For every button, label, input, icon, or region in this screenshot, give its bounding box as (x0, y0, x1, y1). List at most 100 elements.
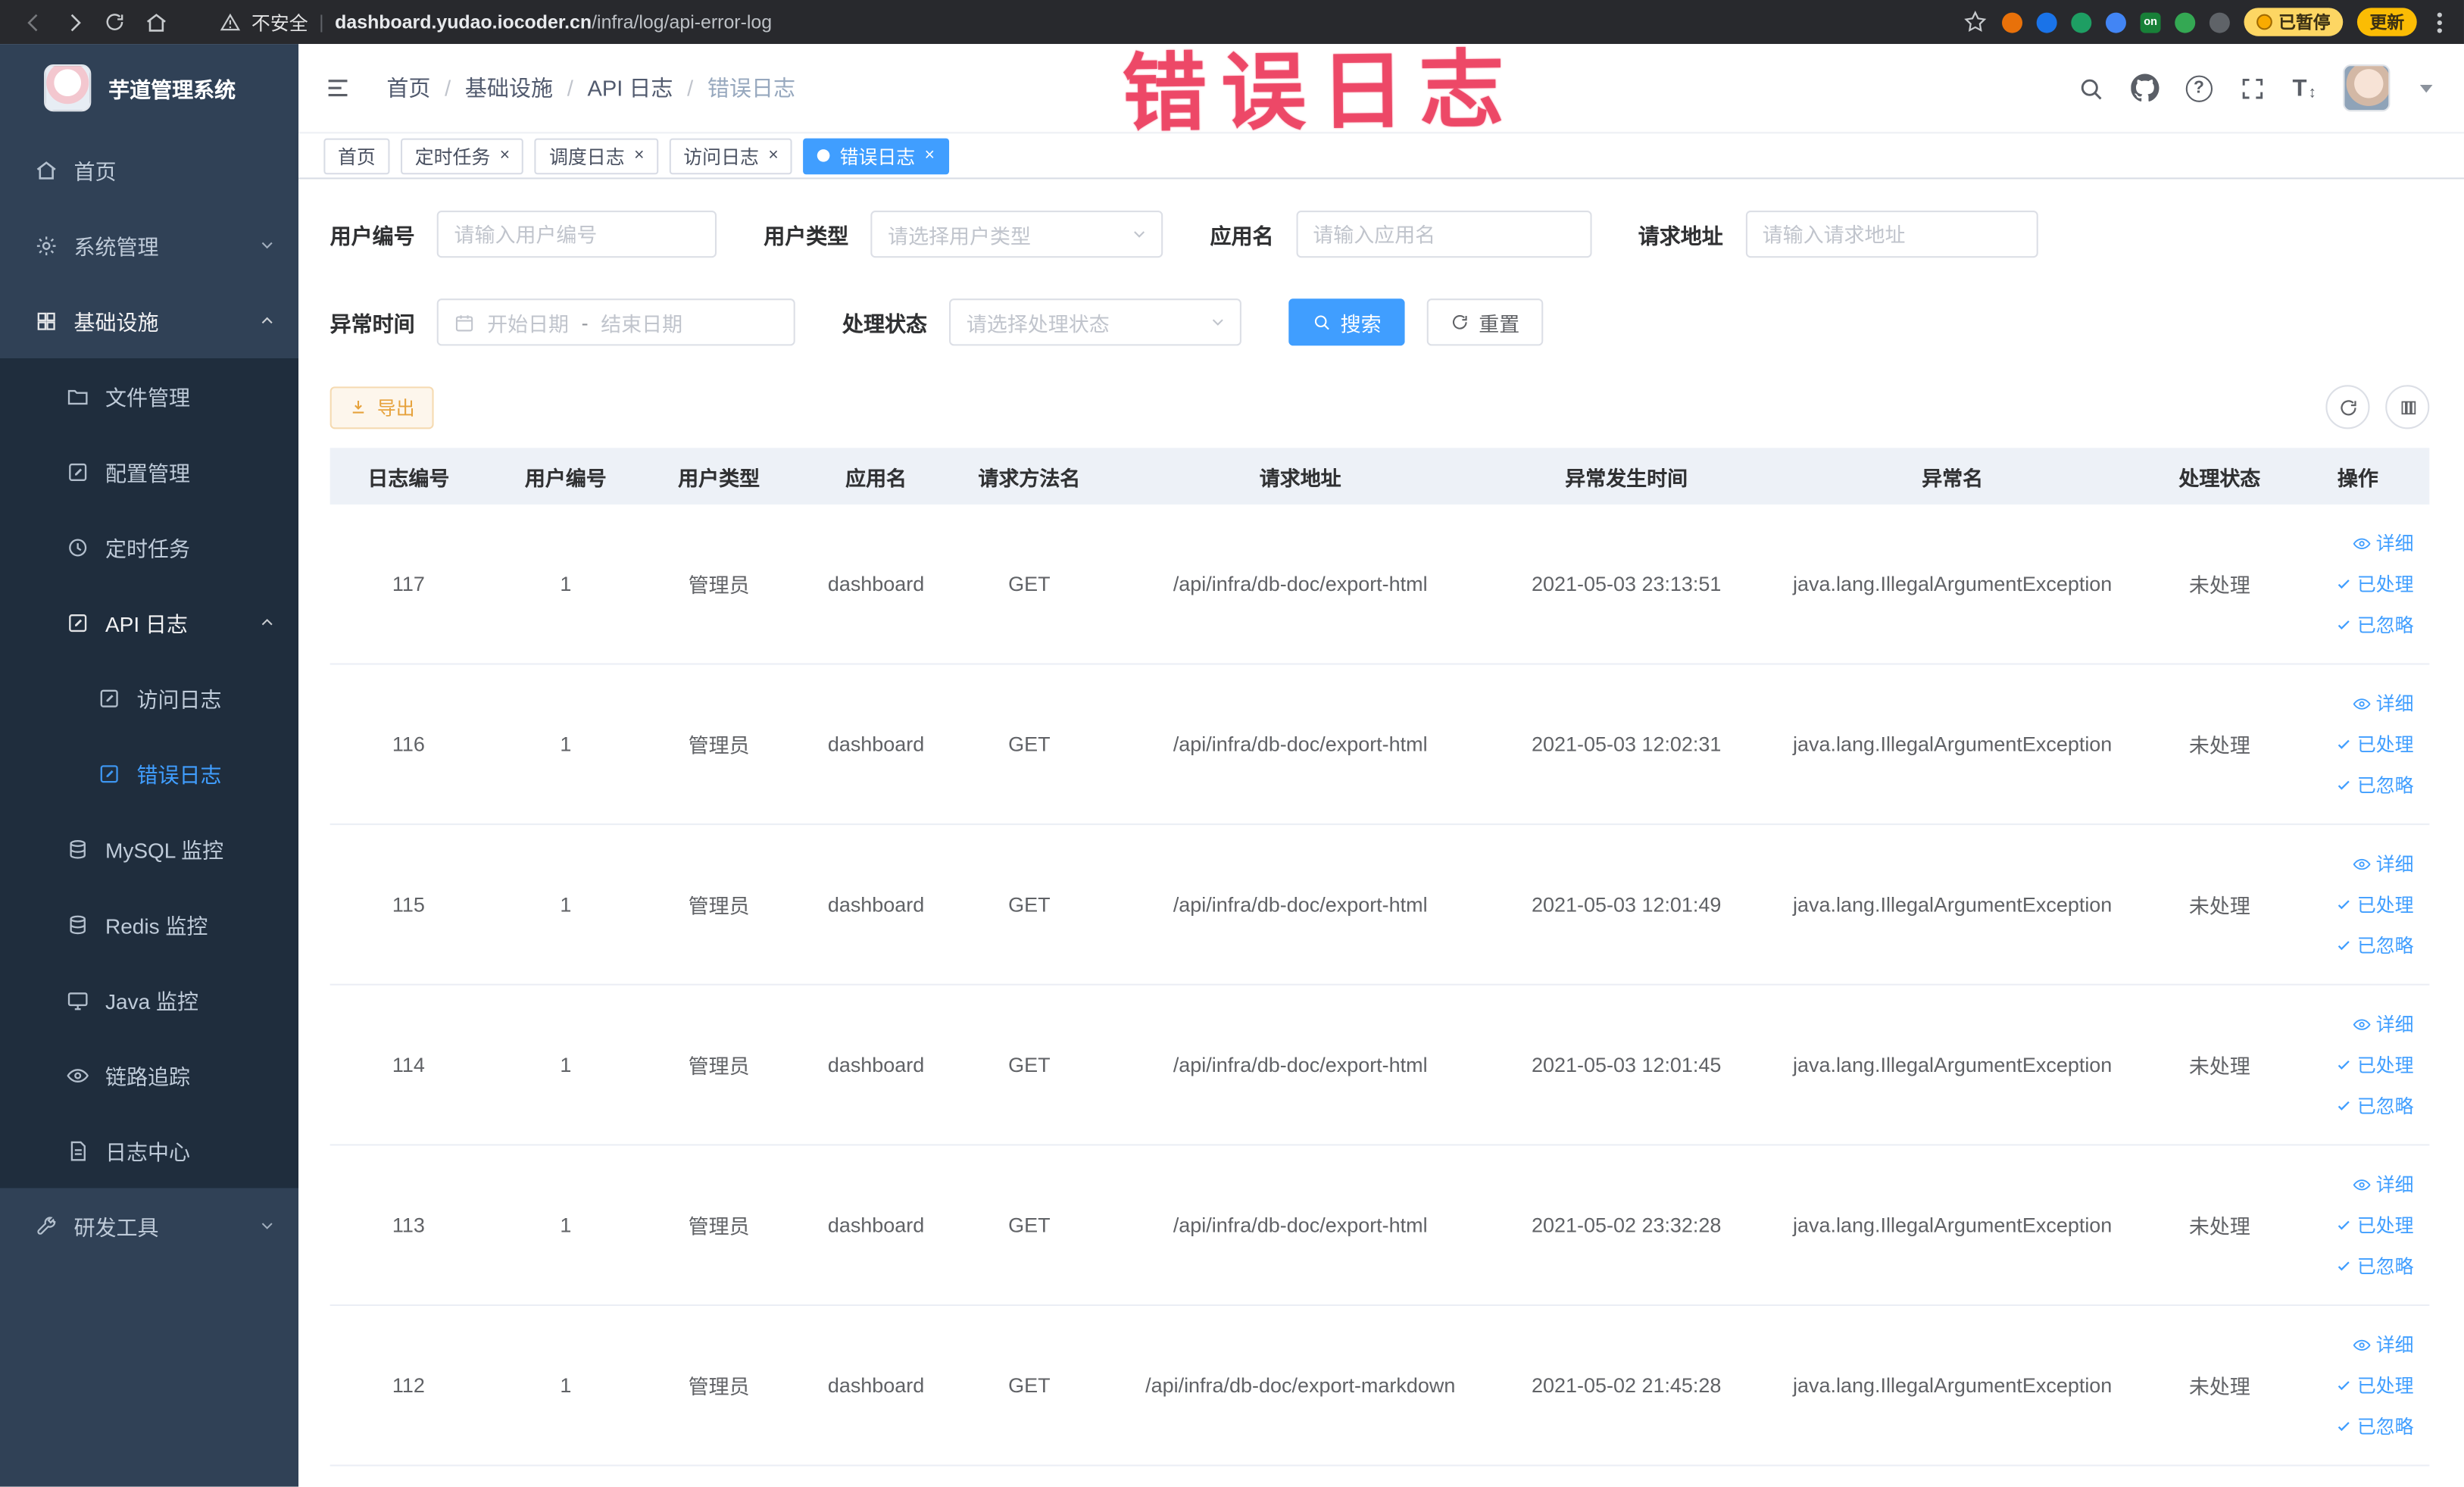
extension-icon[interactable] (2105, 11, 2126, 33)
tab-error-log[interactable]: 错误日志 × (803, 137, 949, 174)
close-icon[interactable]: × (768, 146, 778, 164)
sidebar-item-redis-monitor[interactable]: Redis 监控 (0, 886, 298, 962)
action-processed[interactable]: 已处理 (2335, 1212, 2414, 1239)
browser-forward-icon[interactable] (57, 5, 92, 39)
action-ignored[interactable]: 已忽略 (2335, 1092, 2414, 1119)
close-icon[interactable]: × (500, 146, 510, 164)
refresh-table-button[interactable] (2325, 385, 2370, 430)
search-button[interactable]: 搜索 (1288, 298, 1405, 346)
user-type-label: 用户类型 (764, 224, 849, 248)
sidebar-item-dev-tools[interactable]: 研发工具 (0, 1188, 298, 1264)
eye-icon (2353, 1175, 2372, 1194)
search-icon[interactable] (2077, 75, 2103, 102)
action-detail[interactable]: 详细 (2353, 1331, 2414, 1357)
action-ignored[interactable]: 已忽略 (2335, 611, 2414, 638)
request-url-input[interactable] (1744, 210, 2038, 258)
chevron-down-icon (1208, 313, 1227, 332)
eye-icon (2353, 854, 2372, 873)
sidebar-item-config-management[interactable]: 配置管理 (0, 434, 298, 510)
date-range-picker[interactable]: 开始日期 - 结束日期 (436, 298, 795, 346)
export-button[interactable]: 导出 (329, 386, 434, 429)
status-badge: 未处理 (2188, 1054, 2250, 1079)
extension-on-icon[interactable]: on (2140, 11, 2161, 33)
refresh-icon (1451, 313, 1469, 332)
avatar-caret-icon[interactable] (2419, 83, 2433, 92)
action-detail[interactable]: 详细 (2353, 1171, 2414, 1198)
extension-icon[interactable] (2002, 11, 2023, 33)
status-badge: 未处理 (2188, 1214, 2250, 1239)
tab-access-log[interactable]: 访问日志 × (669, 137, 793, 174)
breadcrumb-home[interactable]: 首页 (386, 72, 430, 103)
action-detail[interactable]: 详细 (2353, 530, 2414, 556)
user-avatar[interactable] (2343, 64, 2391, 112)
close-icon[interactable]: × (634, 146, 644, 164)
eye-icon (2353, 1335, 2372, 1354)
browser-back-icon[interactable] (16, 5, 51, 39)
action-processed[interactable]: 已处理 (2335, 1372, 2414, 1398)
sidebar-item-link-tracing[interactable]: 链路追踪 (0, 1037, 298, 1113)
sidebar-item-file-management[interactable]: 文件管理 (0, 358, 298, 434)
sidebar-item-error-log[interactable]: 错误日志 (0, 736, 298, 811)
browser-home-icon[interactable] (139, 5, 173, 39)
update-button[interactable]: 更新 (2356, 8, 2417, 36)
emoji-face-icon (2256, 14, 2272, 30)
sidebar-item-scheduled-tasks[interactable]: 定时任务 (0, 509, 298, 585)
browser-menu-icon[interactable] (2431, 11, 2448, 33)
tab-home[interactable]: 首页 (323, 137, 390, 174)
action-detail[interactable]: 详细 (2353, 850, 2414, 876)
reset-button[interactable]: 重置 (1426, 298, 1544, 346)
github-icon[interactable] (2131, 74, 2159, 102)
sidebar-item-mysql-monitor[interactable]: MySQL 监控 (0, 811, 298, 886)
security-warning-label: 不安全 (251, 11, 308, 34)
help-icon[interactable]: ? (2185, 74, 2213, 102)
breadcrumb-api-logs[interactable]: API 日志 (587, 72, 673, 103)
sidebar-item-java-monitor[interactable]: Java 监控 (0, 962, 298, 1038)
action-detail[interactable]: 详细 (2353, 690, 2414, 717)
table-row: 112 1 管理员 dashboard GET /api/infra/db-do… (329, 1306, 2430, 1467)
check-icon (2335, 1217, 2353, 1234)
column-settings-button[interactable] (2385, 385, 2430, 430)
app-name-input[interactable] (1295, 210, 1591, 258)
sidebar-item-access-log[interactable]: 访问日志 (0, 660, 298, 736)
extension-icon[interactable] (2175, 11, 2196, 33)
app-logo[interactable]: 芋道管理系统 (0, 44, 298, 132)
action-detail[interactable]: 详细 (2353, 1011, 2414, 1037)
col-exception: 异常名 (1922, 466, 1984, 490)
extension-icon[interactable] (2036, 11, 2057, 33)
close-icon[interactable]: × (925, 146, 935, 164)
table-row: 113 1 管理员 dashboard GET /api/infra/db-do… (329, 1145, 2430, 1306)
extension-icon[interactable] (2209, 11, 2230, 33)
col-user-type: 用户类型 (678, 466, 760, 490)
extension-icon[interactable] (2071, 11, 2092, 33)
action-processed[interactable]: 已处理 (2335, 570, 2414, 597)
action-ignored[interactable]: 已忽略 (2335, 932, 2414, 958)
fullscreen-icon[interactable] (2239, 75, 2266, 102)
sidebar-item-system[interactable]: 系统管理 (0, 208, 298, 283)
tab-bar: 首页 定时任务 × 调度日志 × 访问日志 × 错误日志 × (298, 132, 2464, 180)
screen: 不安全 | dashboard.yudao.iocoder.cn/infra/l… (0, 0, 2464, 1487)
font-size-icon[interactable]: T ↕ (2292, 75, 2316, 102)
browser-reload-icon[interactable] (98, 5, 133, 39)
sidebar-item-log-center[interactable]: 日志中心 (0, 1113, 298, 1189)
user-type-select[interactable]: 请选择用户类型 (870, 210, 1163, 258)
paused-badge[interactable]: 已暂停 (2244, 8, 2344, 36)
action-ignored[interactable]: 已忽略 (2335, 772, 2414, 798)
check-icon (2335, 616, 2353, 633)
sidebar-item-infra[interactable]: 基础设施 (0, 283, 298, 358)
sidebar-toggle-icon[interactable] (323, 74, 351, 102)
sidebar-item-home[interactable]: 首页 (0, 132, 298, 208)
tab-scheduled-tasks[interactable]: 定时任务 × (401, 137, 524, 174)
sidebar-item-api-logs[interactable]: API 日志 (0, 585, 298, 661)
user-id-input[interactable] (436, 210, 717, 258)
address-bar[interactable]: 不安全 | dashboard.yudao.iocoder.cn/infra/l… (220, 8, 1956, 35)
action-processed[interactable]: 已处理 (2335, 731, 2414, 758)
action-processed[interactable]: 已处理 (2335, 1051, 2414, 1078)
process-status-select[interactable]: 请选择处理状态 (949, 298, 1241, 346)
action-ignored[interactable]: 已忽略 (2335, 1413, 2414, 1439)
tab-schedule-log[interactable]: 调度日志 × (535, 137, 659, 174)
action-ignored[interactable]: 已忽略 (2335, 1252, 2414, 1279)
bookmark-star-icon[interactable] (1963, 9, 1988, 34)
action-processed[interactable]: 已处理 (2335, 891, 2414, 917)
breadcrumb-infra[interactable]: 基础设施 (465, 72, 553, 103)
breadcrumb: 首页 / 基础设施 / API 日志 / 错误日志 (386, 72, 795, 103)
